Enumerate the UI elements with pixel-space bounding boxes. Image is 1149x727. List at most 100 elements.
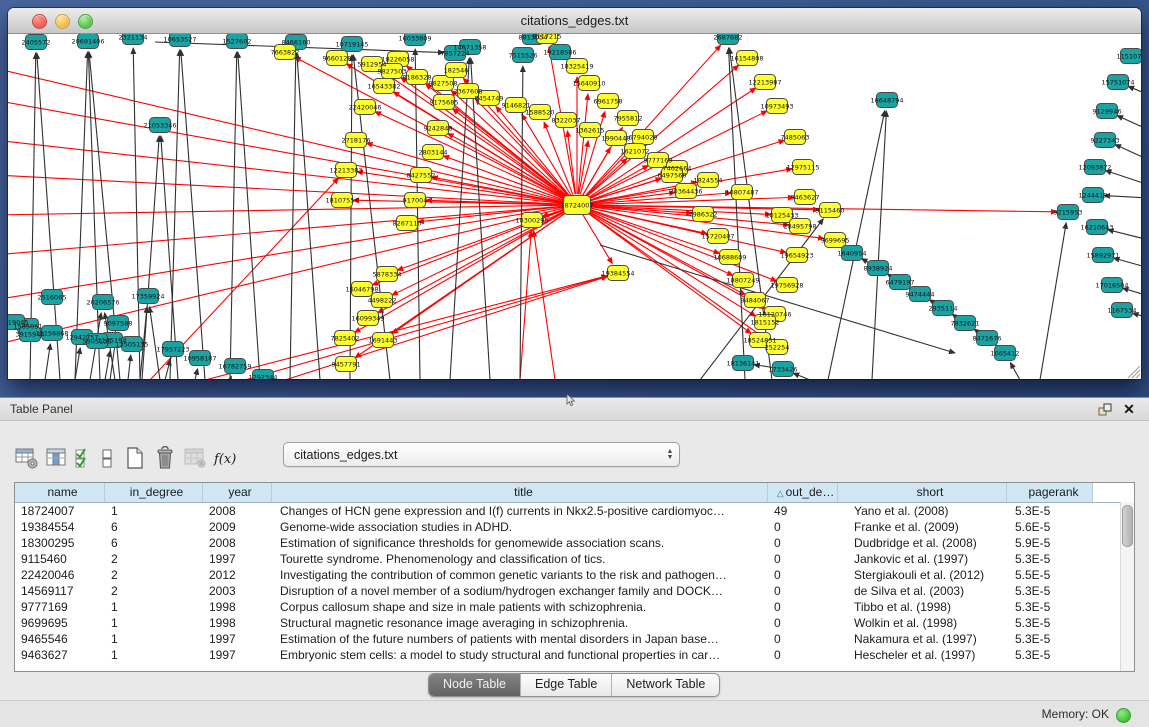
graph-node-label: 16154808 [730, 54, 763, 62]
graph-edge[interactable] [45, 344, 50, 379]
table-row[interactable]: 969969511998Structural magnetic resonanc… [15, 615, 1134, 631]
graph-edge[interactable] [448, 133, 568, 199]
graph-edge[interactable] [1105, 170, 1141, 185]
table-row[interactable]: 1830029562008Estimation of significance … [15, 535, 1134, 551]
graph-edge[interactable] [534, 231, 555, 379]
graph-edge[interactable] [105, 351, 110, 379]
table-row[interactable]: 911546021997Tourette syndrome. Phenomeno… [15, 551, 1134, 567]
tab-node-table[interactable]: Node Table [429, 674, 520, 696]
graph-edge[interactable] [1115, 145, 1141, 160]
change-table-mode-icon[interactable] [12, 444, 42, 472]
float-window-icon[interactable] [1097, 402, 1113, 418]
column-header-short[interactable]: short [838, 483, 1007, 502]
graph-edge[interactable] [1128, 86, 1141, 95]
graph-node-label: 2718176 [342, 136, 371, 144]
table-row[interactable]: 946362711997Embryonic stem cells: a mode… [15, 647, 1134, 663]
resize-grip-icon[interactable] [1136, 374, 1140, 378]
graph-edge[interactable] [578, 94, 588, 194]
graph-edge[interactable] [181, 50, 205, 379]
scrollbar-thumb[interactable] [1122, 505, 1133, 547]
column-header-in-degree[interactable]: in_degree [105, 483, 203, 502]
graph-edge[interactable] [230, 52, 237, 379]
table-cell: 0 [768, 551, 838, 567]
graph-edge[interactable] [375, 112, 567, 201]
graph-edge[interactable] [1123, 288, 1141, 296]
graph-edge[interactable] [8, 208, 566, 345]
graph-node-label: 19654923 [780, 251, 813, 259]
column-header-title[interactable]: title [272, 483, 768, 502]
tab-network-table[interactable]: Network Table [611, 674, 719, 696]
graph-edge[interactable] [872, 111, 886, 379]
delete-columns-icon[interactable] [150, 444, 180, 472]
graph-node-label: 5878334 [373, 270, 402, 278]
graph-node-label: 8427552 [407, 171, 436, 179]
tab-edge-table[interactable]: Edge Table [520, 674, 611, 696]
graph-node-label: 917004 [403, 196, 428, 204]
table-cell: 5.3E-5 [1007, 631, 1093, 647]
table-cell: 1998 [203, 615, 272, 631]
table-cell: Embryonic stem cells: a model to study s… [272, 647, 768, 663]
graph-edge[interactable] [195, 369, 198, 379]
network-window-titlebar[interactable]: citations_edges.txt [8, 8, 1141, 34]
vertical-scrollbar[interactable] [1120, 502, 1134, 671]
graph-node-label: 2516065 [38, 293, 67, 301]
table-cell: 1 [105, 615, 203, 631]
network-window[interactable]: citations_edges.txt 24055722069140623211… [8, 8, 1141, 379]
table-row[interactable]: 1872400712008Changes of HCN gene express… [15, 503, 1134, 519]
graph-edge[interactable] [1040, 223, 1066, 379]
graph-edge[interactable] [290, 53, 296, 379]
graph-edge[interactable] [238, 52, 260, 379]
graph-node-label: 1640954 [838, 249, 867, 257]
graph-edge[interactable] [1104, 196, 1141, 198]
close-icon[interactable]: ✕ [1121, 400, 1137, 418]
graph-edge[interactable] [150, 307, 160, 379]
graph-edge[interactable] [8, 175, 566, 204]
graph-node-label: 8267110 [393, 219, 422, 227]
column-header-name[interactable]: name [15, 483, 105, 502]
table-cell: Investigating the contribution of common… [272, 567, 768, 583]
delete-table-icon[interactable] [180, 444, 210, 472]
resize-grip-icon[interactable] [1132, 370, 1140, 378]
graph-edge[interactable] [133, 48, 140, 379]
graph-node-label: 9660128 [323, 54, 352, 62]
column-header-year[interactable]: year [203, 483, 272, 502]
graph-node-label: 7825402 [331, 334, 360, 342]
network-view-canvas[interactable]: 2405572206914062321134106535271527602846… [8, 34, 1141, 379]
function-builder-icon[interactable]: f(x) [210, 444, 240, 472]
table-cell: 0 [768, 615, 838, 631]
graph-node-label: 9463627 [791, 193, 820, 201]
status-bar: Memory: OK [0, 700, 1149, 727]
graph-node-label: 16648794 [870, 96, 903, 104]
table-row[interactable]: 2242004622012Investigating the contribut… [15, 567, 1134, 583]
table-cell: 1 [105, 599, 203, 615]
graph-edge[interactable] [415, 49, 420, 379]
graph-edge[interactable] [471, 58, 490, 379]
table-cell: Tibbo et al. (1998) [838, 599, 1007, 615]
graph-edge[interactable] [1114, 258, 1141, 268]
table-row[interactable]: 1938455462009Genome-wide association stu… [15, 519, 1134, 535]
graph-node-label: 7485063 [781, 133, 810, 141]
column-header-pagerank[interactable]: pagerank [1007, 483, 1093, 502]
table-row[interactable]: 977716911998Corpus callosum shape and si… [15, 599, 1134, 615]
graph-edge[interactable] [600, 245, 955, 353]
table-body: 1872400712008Changes of HCN gene express… [15, 503, 1134, 663]
graph-node-label: 1244419 [1079, 191, 1108, 199]
table-row[interactable]: 1456911722003Disruption of a novel membe… [15, 583, 1134, 599]
graph-edge[interactable] [862, 258, 869, 262]
graph-node-label: 12213987 [748, 78, 781, 86]
graph-edge[interactable] [128, 355, 131, 379]
table-selector-combobox[interactable]: citations_edges.txt ▲▼ [283, 442, 680, 467]
show-columns-icon[interactable] [42, 444, 72, 472]
table-cell: 2 [105, 583, 203, 599]
table-row[interactable]: 946554611997Estimation of the future num… [15, 631, 1134, 647]
create-column-icon[interactable] [120, 444, 150, 472]
table-cell: 6 [105, 535, 203, 551]
graph-edge[interactable] [793, 373, 810, 379]
graph-edge[interactable] [297, 53, 320, 379]
graph-edge[interactable] [1117, 116, 1141, 130]
select-all-columns-icon[interactable] [72, 444, 96, 472]
graph-edge[interactable] [1010, 363, 1020, 379]
network-graph[interactable]: 2405572206914062321134106535271527602846… [8, 34, 1141, 379]
column-header-out-de-[interactable]: △out_de… [768, 483, 838, 502]
unselect-all-columns-icon[interactable] [96, 444, 120, 472]
